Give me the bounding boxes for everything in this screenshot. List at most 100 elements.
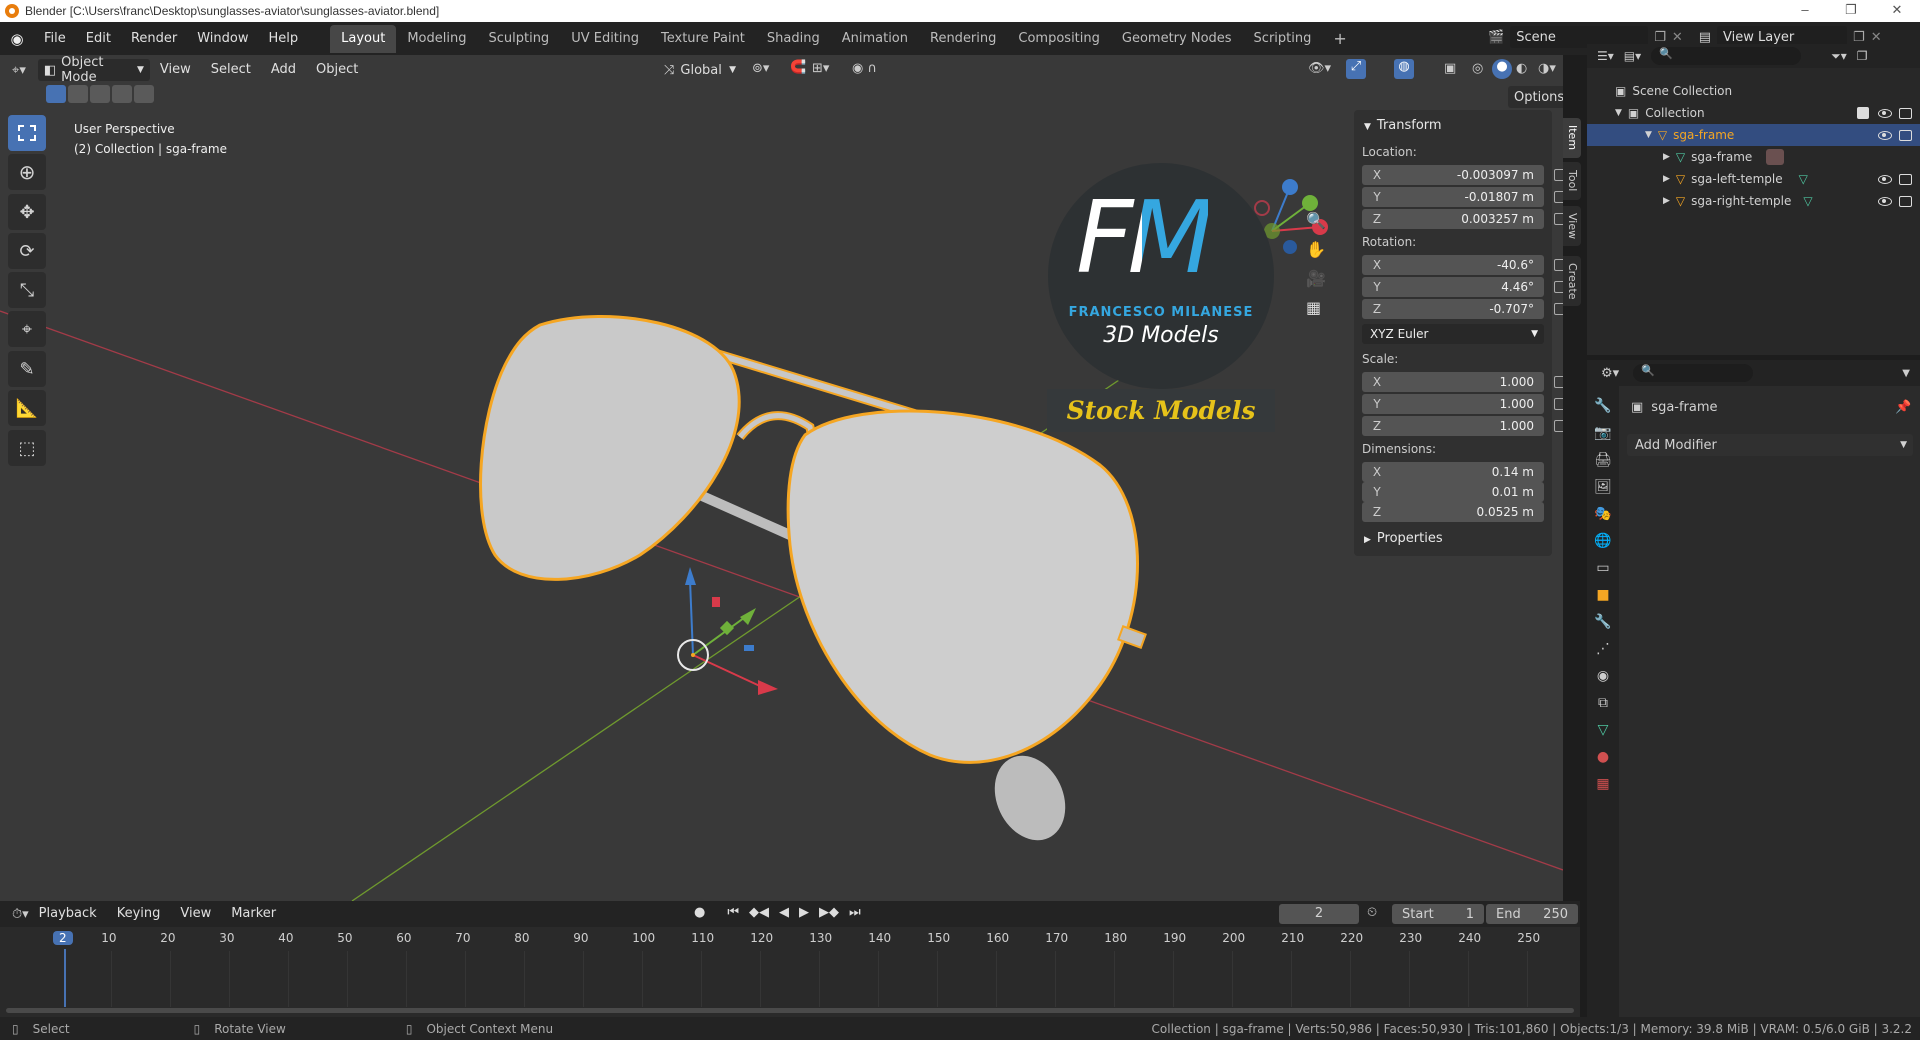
new-scene-icon[interactable]: ❐ <box>1654 30 1666 45</box>
outliner-search[interactable]: 🔍 <box>1651 47 1802 65</box>
close-icon[interactable]: ✕ <box>1874 0 1920 22</box>
material-icon[interactable] <box>1766 149 1785 165</box>
timeline-menu-view[interactable]: View <box>170 899 221 929</box>
plane-yz-handle[interactable] <box>744 645 754 651</box>
modifier-icon[interactable]: 🔧 <box>1594 614 1611 630</box>
tree-row-collection[interactable]: ▼ ▣ Collection <box>1587 102 1920 124</box>
properties-subpanel-header[interactable]: ▶ Properties <box>1364 531 1443 546</box>
current-frame-field[interactable]: 2 <box>1279 904 1359 924</box>
dimensions-x-field[interactable]: X 0.14 m <box>1362 462 1544 482</box>
end-frame-field[interactable]: End 250 <box>1486 904 1578 924</box>
rotation-x-field[interactable]: X -40.6° <box>1362 255 1563 275</box>
sidebar-tab-tool[interactable]: Tool <box>1563 162 1581 200</box>
display-mode-icon[interactable]: ▤▾ <box>1624 49 1641 63</box>
start-frame-field[interactable]: Start 1 <box>1392 904 1484 924</box>
expand-icon[interactable]: ▼ <box>1645 130 1652 140</box>
eye-icon[interactable] <box>1878 196 1892 206</box>
material-props-icon[interactable]: ● <box>1597 749 1609 765</box>
scale-y-field[interactable]: Y 1.000 <box>1362 394 1563 414</box>
tab-scripting[interactable]: Scripting <box>1243 25 1323 53</box>
lock-icon[interactable] <box>1554 213 1563 225</box>
current-frame-marker[interactable]: 2 <box>53 931 73 945</box>
tab-rendering[interactable]: Rendering <box>919 25 1007 53</box>
new-collection-icon[interactable]: ❐ <box>1857 49 1868 63</box>
location-x-field[interactable]: X -0.003097 m <box>1362 165 1563 185</box>
world-icon[interactable]: 🌐 <box>1594 533 1611 549</box>
lock-icon[interactable] <box>1554 169 1563 181</box>
delete-view-layer-icon[interactable]: ✕ <box>1871 30 1882 45</box>
lock-icon[interactable] <box>1554 303 1563 315</box>
next-keyframe-icon[interactable]: ▶◆ <box>819 905 839 920</box>
tab-layout[interactable]: Layout <box>330 24 397 53</box>
plane-xz-handle[interactable] <box>712 597 720 607</box>
move-tool[interactable]: ✥ <box>8 194 46 230</box>
play-icon[interactable]: ▶ <box>799 905 809 920</box>
mesh-data-icon[interactable]: ▽ <box>1803 194 1812 208</box>
particles-icon[interactable]: ⋰ <box>1596 641 1610 657</box>
transform-tool[interactable]: ⌖ <box>8 311 46 347</box>
timeline-editor-icon[interactable]: ⏱▾ <box>12 907 29 922</box>
tree-row-sga-right-temple[interactable]: ▶ ▽ sga-right-temple ▽ <box>1587 190 1920 212</box>
zoom-icon[interactable]: 🔍 <box>1306 211 1326 230</box>
expand-icon[interactable]: ▼ <box>1615 108 1622 118</box>
location-z-field[interactable]: Z 0.003257 m <box>1362 209 1563 229</box>
eye-icon[interactable] <box>1878 174 1892 184</box>
render-camera-icon[interactable] <box>1899 195 1912 207</box>
lock-icon[interactable] <box>1554 191 1563 203</box>
nav-z-icon[interactable] <box>1282 179 1298 195</box>
tree-row-sga-left-temple[interactable]: ▶ ▽ sga-left-temple ▽ <box>1587 168 1920 190</box>
scale-z-field[interactable]: Z 1.000 <box>1362 416 1563 436</box>
render-camera-icon[interactable] <box>1899 173 1912 185</box>
physics-icon[interactable]: ◉ <box>1597 668 1609 684</box>
render-icon[interactable]: 📷 <box>1594 425 1611 441</box>
outliner-editor-icon[interactable]: ☰▾ <box>1597 49 1614 63</box>
pin-icon[interactable]: 📌 <box>1895 400 1911 415</box>
rotation-z-field[interactable]: Z -0.707° <box>1362 299 1563 319</box>
timeline-menu-keying[interactable]: Keying <box>107 899 171 929</box>
lock-icon[interactable] <box>1554 259 1563 271</box>
blender-menu-icon[interactable]: ◉ <box>0 30 34 48</box>
nav-neg-x-icon[interactable] <box>1254 200 1270 216</box>
dimensions-z-field[interactable]: Z 0.0525 m <box>1362 502 1544 522</box>
y-arrow-icon[interactable] <box>740 608 756 625</box>
timeline-menu-marker[interactable]: Marker <box>221 899 286 929</box>
menu-window[interactable]: Window <box>187 24 258 54</box>
lock-icon[interactable] <box>1554 398 1563 410</box>
checkbox-icon[interactable] <box>1857 107 1869 119</box>
select-box-tool[interactable] <box>8 115 46 151</box>
chevron-down-icon[interactable]: ▼ <box>1902 368 1910 379</box>
scale-tool[interactable]: ⤡ <box>8 272 46 308</box>
lock-icon[interactable] <box>1554 281 1563 293</box>
collection-props-icon[interactable]: ▭ <box>1596 560 1609 576</box>
cursor-tool[interactable]: ⊕ <box>8 154 46 190</box>
scene-icon[interactable]: 🎬 <box>1488 30 1504 45</box>
scene-props-icon[interactable]: 🎭 <box>1594 506 1611 522</box>
menu-file[interactable]: File <box>34 24 76 54</box>
tab-modeling[interactable]: Modeling <box>396 25 477 53</box>
jump-end-icon[interactable]: ⏭ <box>849 905 861 920</box>
object-data-icon[interactable]: ▽ <box>1598 722 1609 738</box>
render-camera-icon[interactable] <box>1899 107 1912 119</box>
record-icon[interactable]: ● <box>694 905 705 920</box>
properties-editor-icon[interactable]: ⚙▾ <box>1601 366 1619 381</box>
mesh-data-icon[interactable]: ▽ <box>1799 172 1808 186</box>
tree-row-sga-frame[interactable]: ▼ ▽ sga-frame <box>1587 124 1920 146</box>
jump-start-icon[interactable]: ⏮ <box>727 905 739 920</box>
sidebar-tab-create[interactable]: Create <box>1563 256 1581 306</box>
z-arrow-icon[interactable] <box>685 567 696 585</box>
location-y-field[interactable]: Y -0.01807 m <box>1362 187 1563 207</box>
nav-neg-z-icon[interactable] <box>1283 240 1297 254</box>
timeline-scrollbar[interactable] <box>6 1008 1574 1013</box>
delete-scene-icon[interactable]: ✕ <box>1672 30 1683 45</box>
tab-compositing[interactable]: Compositing <box>1007 25 1111 53</box>
sunglasses-model[interactable] <box>479 315 1147 851</box>
prev-keyframe-icon[interactable]: ◆◀ <box>749 905 769 920</box>
scale-x-field[interactable]: X 1.000 <box>1362 372 1563 392</box>
view-layer-props-icon[interactable]: 🖼 <box>1594 479 1612 495</box>
texture-icon[interactable]: ▦ <box>1596 776 1609 792</box>
x-arrow-icon[interactable] <box>758 680 778 695</box>
stopwatch-icon[interactable]: ⏲ <box>1367 905 1377 920</box>
add-workspace-icon[interactable]: + <box>1322 25 1357 53</box>
tab-animation[interactable]: Animation <box>831 25 919 53</box>
object-props-icon[interactable]: ■ <box>1596 587 1609 603</box>
